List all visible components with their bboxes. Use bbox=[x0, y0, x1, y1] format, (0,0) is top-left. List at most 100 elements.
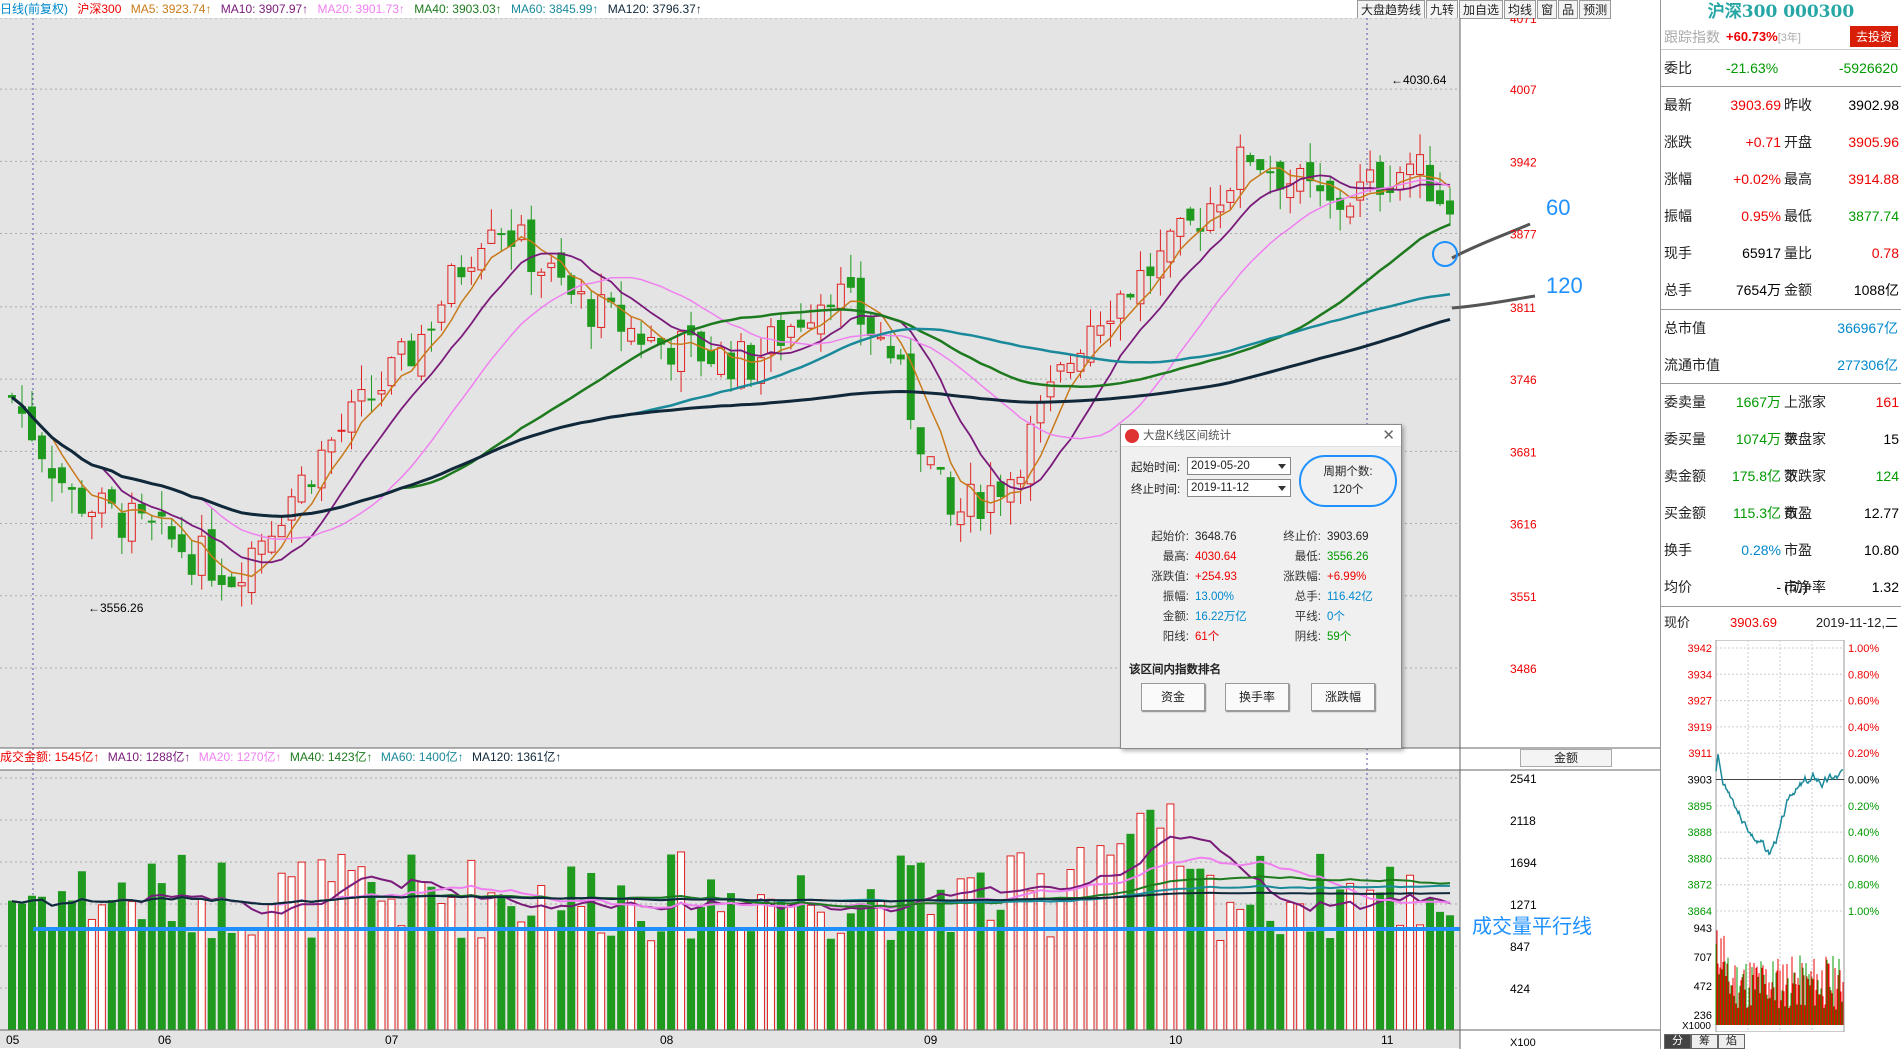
candle bbox=[467, 267, 476, 272]
tab-flame[interactable]: 焰 bbox=[1718, 1034, 1745, 1049]
price-tick: 4007 bbox=[1510, 83, 1537, 97]
stats-row: 振幅: 13.00% 总手: 116.42亿 bbox=[1129, 587, 1395, 607]
volume-bar bbox=[1246, 904, 1255, 1031]
volume-bar bbox=[237, 927, 246, 1031]
start-date-picker[interactable]: 2019-05-20 bbox=[1187, 457, 1291, 475]
candle bbox=[916, 427, 925, 455]
vol-tick: 1694 bbox=[1510, 856, 1537, 870]
candle bbox=[87, 511, 96, 518]
quote-label: 振幅 bbox=[1664, 208, 1692, 224]
mini-price-tick: 3903 bbox=[1688, 775, 1712, 787]
candle bbox=[157, 511, 166, 517]
volume-bar bbox=[806, 904, 815, 1031]
volume-bar bbox=[736, 927, 745, 1031]
candle bbox=[117, 512, 126, 538]
volume-bar bbox=[347, 869, 356, 1031]
volume-bar bbox=[217, 862, 226, 1031]
chart-period-label[interactable]: 日线(前复权) bbox=[0, 2, 68, 16]
price-tick: 3811 bbox=[1510, 301, 1536, 315]
month-tick: 06 bbox=[158, 1033, 172, 1047]
nine-turn-button[interactable]: 九转 bbox=[1426, 0, 1459, 19]
kline-chart[interactable]: 4071 4007 3942 3877 3811 3746 3681 3616 3551 3486… bbox=[0, 18, 1660, 1049]
quote-label: 委买量 bbox=[1664, 431, 1706, 447]
window-button[interactable]: 窗 bbox=[1537, 0, 1558, 19]
intraday-chart[interactable]: 3942 1.00% 3934 0.80% 3927 0.60% 3919 0.40% 3911… bbox=[1660, 640, 1901, 1032]
quote-value: 0.78 bbox=[1871, 245, 1899, 261]
mini-vol-unit: X1000 bbox=[1682, 1021, 1711, 1032]
bottom-tabs: 分 筹 焰 bbox=[1664, 1034, 1745, 1049]
mini-price-tick: 3880 bbox=[1688, 853, 1712, 865]
mini-price-tick: 3864 bbox=[1688, 906, 1712, 918]
volume-bar bbox=[1306, 931, 1315, 1031]
quote-value: 7654万 bbox=[1735, 282, 1781, 298]
candle bbox=[677, 330, 686, 372]
candle bbox=[427, 328, 436, 331]
weibi-row: 委比 -21.63% -5926620 bbox=[1661, 50, 1901, 87]
volume-bar bbox=[497, 896, 506, 1031]
candle bbox=[537, 271, 546, 276]
volume-bar bbox=[916, 862, 925, 1031]
close-icon[interactable]: ✕ bbox=[1382, 425, 1395, 447]
mini-pct-tick: 0.20% bbox=[1848, 801, 1879, 813]
product-button[interactable]: 品 bbox=[1558, 0, 1579, 19]
candle bbox=[1256, 159, 1265, 171]
end-label: 终止时间: bbox=[1131, 484, 1181, 496]
volume-bar bbox=[776, 901, 785, 1031]
price-tick: 3746 bbox=[1510, 373, 1537, 387]
volume-bar bbox=[1066, 869, 1075, 1031]
candle bbox=[1406, 163, 1415, 176]
candle bbox=[1146, 266, 1155, 277]
rank-change-button[interactable]: 涨跌幅 bbox=[1311, 683, 1375, 711]
tab-chips[interactable]: 筹 bbox=[1691, 1034, 1718, 1049]
rank-turnover-button[interactable]: 换手率 bbox=[1225, 683, 1289, 711]
volume-bar bbox=[187, 932, 196, 1031]
volume-bar bbox=[836, 932, 845, 1031]
volume-bar bbox=[1396, 924, 1405, 1031]
vol-tick: 847 bbox=[1510, 940, 1530, 954]
mini-price-tick: 3927 bbox=[1688, 696, 1712, 708]
candle bbox=[1056, 364, 1065, 372]
volume-bar bbox=[287, 876, 296, 1031]
mktcap-label: 总市值 bbox=[1664, 320, 1706, 336]
end-date-picker[interactable]: 2019-11-12 bbox=[1187, 479, 1291, 497]
volume-bar bbox=[647, 940, 656, 1031]
invest-button[interactable]: 去投资 bbox=[1849, 26, 1898, 47]
ma-button[interactable]: 均线 bbox=[1504, 0, 1537, 19]
tab-minute[interactable]: 分 bbox=[1664, 1034, 1691, 1049]
annotation-120: 120 bbox=[1546, 273, 1583, 298]
candle bbox=[667, 347, 676, 365]
candle bbox=[1416, 154, 1425, 175]
volume-bar bbox=[77, 871, 86, 1031]
trend-line-button[interactable]: 大盘趋势线 bbox=[1357, 0, 1426, 19]
mini-price-tick: 3934 bbox=[1688, 669, 1712, 681]
rank-fund-button[interactable]: 资金 bbox=[1141, 683, 1205, 711]
volume-bar bbox=[257, 928, 266, 1031]
volume-bar bbox=[1096, 845, 1105, 1031]
candle bbox=[247, 547, 256, 594]
stats-value: 4030.64 bbox=[1195, 551, 1237, 563]
candle bbox=[147, 520, 156, 523]
candle bbox=[387, 357, 396, 387]
volume-type-select[interactable]: 金额 bbox=[1520, 749, 1612, 767]
volume-bar bbox=[1286, 901, 1295, 1031]
candle bbox=[1026, 423, 1035, 485]
candle bbox=[926, 456, 935, 466]
month-tick: 05 bbox=[6, 1033, 20, 1047]
mktcap-row: 总市值 366967亿 bbox=[1661, 310, 1901, 347]
volume-bar bbox=[117, 882, 126, 1031]
volume-bar bbox=[1036, 873, 1045, 1031]
month-tick: 11 bbox=[1381, 1033, 1394, 1047]
add-watchlist-button[interactable]: 加自选 bbox=[1459, 0, 1504, 19]
volume-bar bbox=[1026, 890, 1035, 1031]
candle bbox=[177, 534, 186, 553]
volume-bar bbox=[697, 907, 706, 1031]
weibi-diff: -5926620 bbox=[1838, 60, 1898, 76]
candle bbox=[1346, 205, 1355, 218]
candle bbox=[736, 341, 745, 389]
volume-bar bbox=[367, 882, 376, 1031]
quote-label: 金额 bbox=[1784, 282, 1812, 298]
forecast-button[interactable]: 预测 bbox=[1579, 0, 1612, 19]
quote-label: 市净率 bbox=[1784, 579, 1826, 595]
candle bbox=[437, 304, 446, 323]
market-grid: 委卖量 1667万 上涨家数 161 委买量 1074万 平盘家数 15 卖金额 175.8亿 下跌… bbox=[1661, 384, 1901, 607]
